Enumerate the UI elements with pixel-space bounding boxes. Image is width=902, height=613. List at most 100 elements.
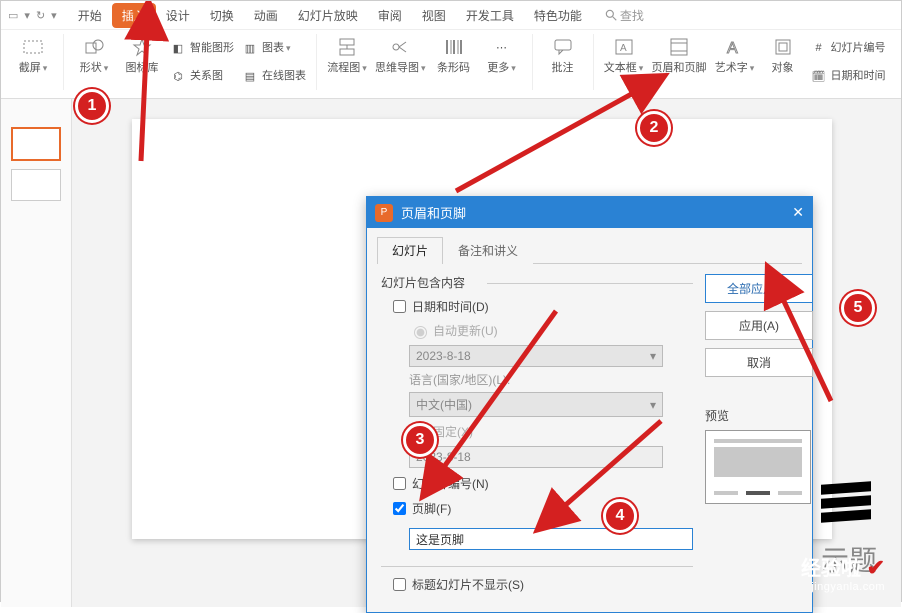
object-icon [772, 36, 794, 58]
cb-slidenum-input[interactable] [393, 477, 406, 490]
qat-dropdown-icon[interactable]: ▾ [24, 9, 30, 22]
checkbox-slidenumber[interactable]: 幻灯片编号(N) [389, 474, 693, 493]
rb-fixed-input[interactable] [414, 427, 427, 440]
tab-review[interactable]: 审阅 [368, 3, 412, 28]
tab-special[interactable]: 特色功能 [524, 3, 592, 28]
dialog-tab-notes[interactable]: 备注和讲义 [443, 237, 533, 264]
svg-text:A: A [727, 40, 738, 57]
svg-text:A: A [620, 43, 627, 54]
btn-object[interactable]: 对象 [759, 34, 807, 77]
cb-hidetitle-label: 标题幻灯片不显示(S) [412, 576, 524, 593]
btn-textbox[interactable]: A 文本框 [600, 34, 648, 77]
dialog-titlebar: P 页眉和页脚 ✕ [367, 197, 812, 228]
cb-datetime-input[interactable] [393, 300, 406, 313]
shape-icon [83, 36, 105, 58]
slide-graphic [821, 479, 871, 519]
apply-button[interactable]: 应用(A) [705, 311, 813, 340]
dialog-title: 页眉和页脚 [401, 203, 466, 222]
smartart-icon: ◧ [170, 40, 186, 56]
mindmap-icon [389, 36, 411, 58]
divider [381, 566, 693, 567]
language-combo[interactable]: 中文(中国)▾ [409, 392, 663, 417]
tab-insert[interactable]: 插入 [112, 3, 156, 28]
cb-footer-input[interactable] [393, 502, 406, 515]
radio-fixed[interactable]: 固定(X) [409, 423, 693, 440]
search-icon [604, 8, 618, 22]
cancel-button[interactable]: 取消 [705, 348, 813, 377]
tab-devtools[interactable]: 开发工具 [456, 3, 524, 28]
dialog-close-button[interactable]: ✕ [792, 204, 804, 221]
btn-screenshot[interactable]: 截屏 [9, 34, 57, 77]
relation-icon: ⌬ [170, 68, 186, 84]
btn-mindmap[interactable]: 思维导图 [371, 34, 430, 77]
btn-wordart[interactable]: A 艺术字 [711, 34, 759, 77]
headerfooter-icon [668, 36, 690, 58]
qat-redo-icon[interactable]: ↻ [36, 9, 45, 22]
preview-label: 预览 [705, 407, 811, 424]
header-footer-dialog: P 页眉和页脚 ✕ 幻灯片 备注和讲义 幻灯片包含内容 日期和时间(D) 自动更… [366, 196, 813, 613]
chevron-down-icon: ▾ [650, 349, 656, 363]
qat-icon[interactable]: ▭ [8, 9, 18, 22]
screenshot-icon [22, 36, 44, 58]
checkbox-datetime[interactable]: 日期和时间(D) [389, 297, 693, 316]
menu-tab-bar: ▭ ▾ ↻ ▾ 开始 插入 设计 切换 动画 幻灯片放映 审阅 视图 开发工具 … [1, 1, 901, 30]
checkbox-hide-title[interactable]: 标题幻灯片不显示(S) [389, 575, 693, 594]
quick-access-toolbar: ▭ ▾ ↻ ▾ [5, 9, 68, 22]
date-combo[interactable]: 2023-8-18▾ [409, 345, 663, 367]
tab-slideshow[interactable]: 幻灯片放映 [288, 3, 368, 28]
btn-more[interactable]: ⋯ 更多 [478, 34, 526, 77]
dialog-tabs: 幻灯片 备注和讲义 [377, 236, 802, 264]
language-label: 语言(国家/地区)(L): [409, 371, 693, 388]
cb-footer-label: 页脚(F) [412, 500, 451, 517]
btn-smartart[interactable]: ◧ 智能图形 [166, 36, 238, 60]
fixed-date-value: 2023-8-18 [416, 450, 471, 464]
flowchart-icon [336, 36, 358, 58]
radio-auto-update[interactable]: 自动更新(U) [409, 322, 693, 339]
thumbnail-1[interactable] [11, 127, 61, 161]
dialog-app-icon: P [375, 204, 393, 222]
tab-view[interactable]: 视图 [412, 3, 456, 28]
more-icon: ⋯ [491, 36, 513, 58]
checkbox-footer[interactable]: 页脚(F) [389, 499, 693, 518]
tab-start[interactable]: 开始 [68, 3, 112, 28]
btn-headerfooter[interactable]: 页眉和页脚 [648, 34, 711, 77]
btn-shape[interactable]: 形状 [70, 34, 118, 77]
btn-slidenumber[interactable]: # 幻灯片编号 [807, 36, 890, 60]
fixed-date-field: 2023-8-18 [409, 446, 663, 468]
btn-flowchart[interactable]: 流程图 [323, 34, 371, 77]
btn-datetime[interactable]: 🗓 日期和时间 [807, 64, 890, 88]
rb-auto-input[interactable] [414, 326, 427, 339]
btn-onlinechart[interactable]: ▤ 在线图表 [238, 64, 310, 88]
btn-barcode[interactable]: 条形码 [430, 34, 478, 77]
tab-transition[interactable]: 切换 [200, 3, 244, 28]
title-placeholder: 示题 [821, 539, 877, 579]
chevron-down-icon: ▾ [650, 398, 656, 412]
ribbon-insert: 截屏 形状 图标库 ◧ 智能图形 ⌬ 关系图 ▥ 图表 [1, 30, 901, 99]
onlinechart-icon: ▤ [242, 68, 258, 84]
apply-all-button[interactable]: 全部应用(Y) [705, 274, 813, 303]
slide-thumbnails [1, 99, 72, 607]
search-box[interactable]: 查找 [604, 7, 644, 24]
footer-text-input[interactable] [409, 528, 693, 550]
qat-more-icon[interactable]: ▾ [51, 9, 57, 22]
comment-icon [552, 36, 574, 58]
datetime-icon: 🗓 [811, 68, 827, 84]
cb-slidenum-label: 幻灯片编号(N) [412, 475, 489, 492]
btn-chart[interactable]: ▥ 图表 [238, 36, 310, 60]
btn-iconlib[interactable]: 图标库 [118, 34, 166, 77]
btn-relation[interactable]: ⌬ 关系图 [166, 64, 238, 88]
search-label: 查找 [620, 7, 644, 24]
section-include-label: 幻灯片包含内容 [377, 274, 693, 291]
cb-hidetitle-input[interactable] [393, 578, 406, 591]
tab-design[interactable]: 设计 [156, 3, 200, 28]
rb-auto-label: 自动更新(U) [433, 322, 498, 339]
cb-datetime-label: 日期和时间(D) [412, 298, 489, 315]
iconlib-icon [131, 36, 153, 58]
thumbnail-2[interactable] [11, 169, 61, 201]
tab-animation[interactable]: 动画 [244, 3, 288, 28]
dialog-tab-slide[interactable]: 幻灯片 [377, 237, 443, 264]
rb-fixed-label: 固定(X) [433, 423, 473, 440]
preview-box [705, 430, 811, 504]
btn-comment[interactable]: 批注 [539, 34, 587, 77]
textbox-icon: A [613, 36, 635, 58]
